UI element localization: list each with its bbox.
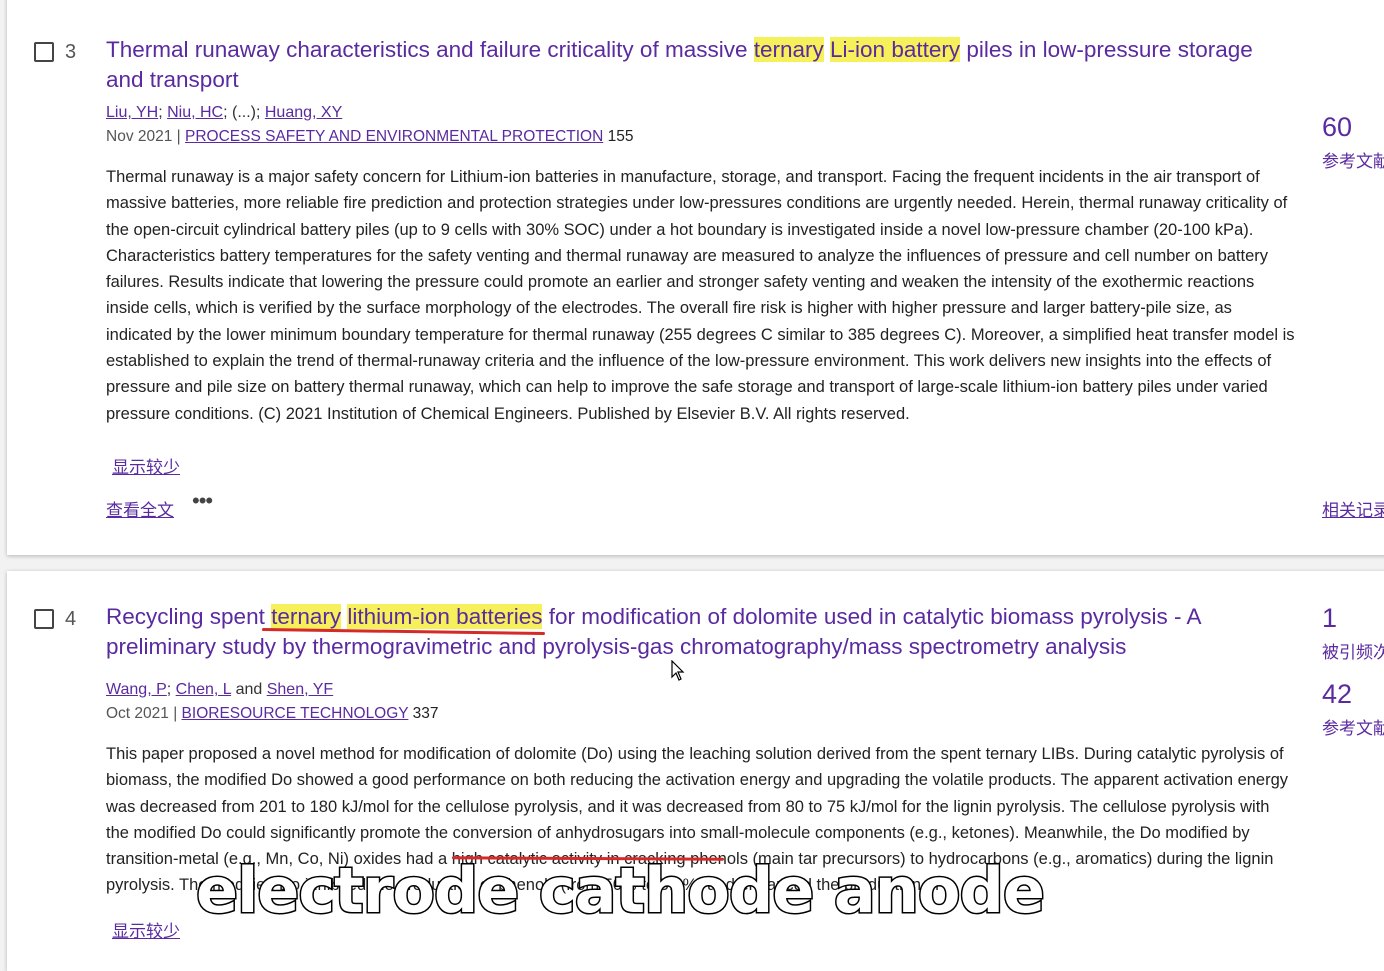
references-count[interactable]: 60 [1322,112,1352,143]
publication-info: Nov 2021 | PROCESS SAFETY AND ENVIRONMEN… [106,128,634,145]
keyword-highlight: ternary [753,37,824,62]
result-card-3: 3 Thermal runaway characteristics and fa… [7,0,1384,555]
select-checkbox[interactable] [34,609,54,629]
journal-link[interactable]: PROCESS SAFETY AND ENVIRONMENTAL PROTECT… [185,128,603,145]
show-less-link[interactable]: 显示较少 [112,453,180,478]
record-title[interactable]: Recycling spent ternary lithium-ion batt… [106,602,1296,662]
author-link[interactable]: Shen, YF [267,681,333,698]
author-link[interactable]: Chen, L [176,681,231,698]
keyword-highlight: lithium-ion batteries [347,604,543,629]
view-full-text-link[interactable]: 查看全文 [106,496,174,521]
publication-info: Oct 2021 | BIORESOURCE TECHNOLOGY 337 [106,705,439,722]
author-list: Wang, P; Chen, L and Shen, YF [106,681,334,698]
more-options-icon[interactable]: ••• [192,488,213,514]
record-rank: 3 [65,41,77,63]
mouse-cursor-icon [671,660,685,681]
show-less-link[interactable]: 显示较少 [112,917,180,942]
keyword-highlight: ternary [271,604,342,629]
keyword-highlight: Li-ion battery [830,37,961,62]
abstract-text: Thermal runaway is a major safety concer… [106,168,1295,423]
related-records-link[interactable]: 相关记录 [1322,496,1384,521]
author-list: Liu, YH; Niu, HC; (...); Huang, XY [106,104,343,121]
select-checkbox[interactable] [34,42,54,62]
author-link[interactable]: Liu, YH [106,104,158,121]
author-link[interactable]: Wang, P [106,681,167,698]
record-title[interactable]: Thermal runaway characteristics and fail… [106,35,1296,95]
video-caption: electrode cathode anode [195,853,1047,929]
references-count[interactable]: 42 [1322,679,1352,710]
author-link[interactable]: Niu, HC [167,104,223,121]
author-link[interactable]: Huang, XY [265,104,342,121]
citations-count[interactable]: 1 [1322,603,1337,634]
references-label: 参考文献 [1322,152,1384,171]
record-rank: 4 [65,608,77,630]
journal-link[interactable]: BIORESOURCE TECHNOLOGY [182,705,409,722]
citations-label: 被引频次 [1322,643,1384,662]
references-label: 参考文献 [1322,719,1384,738]
